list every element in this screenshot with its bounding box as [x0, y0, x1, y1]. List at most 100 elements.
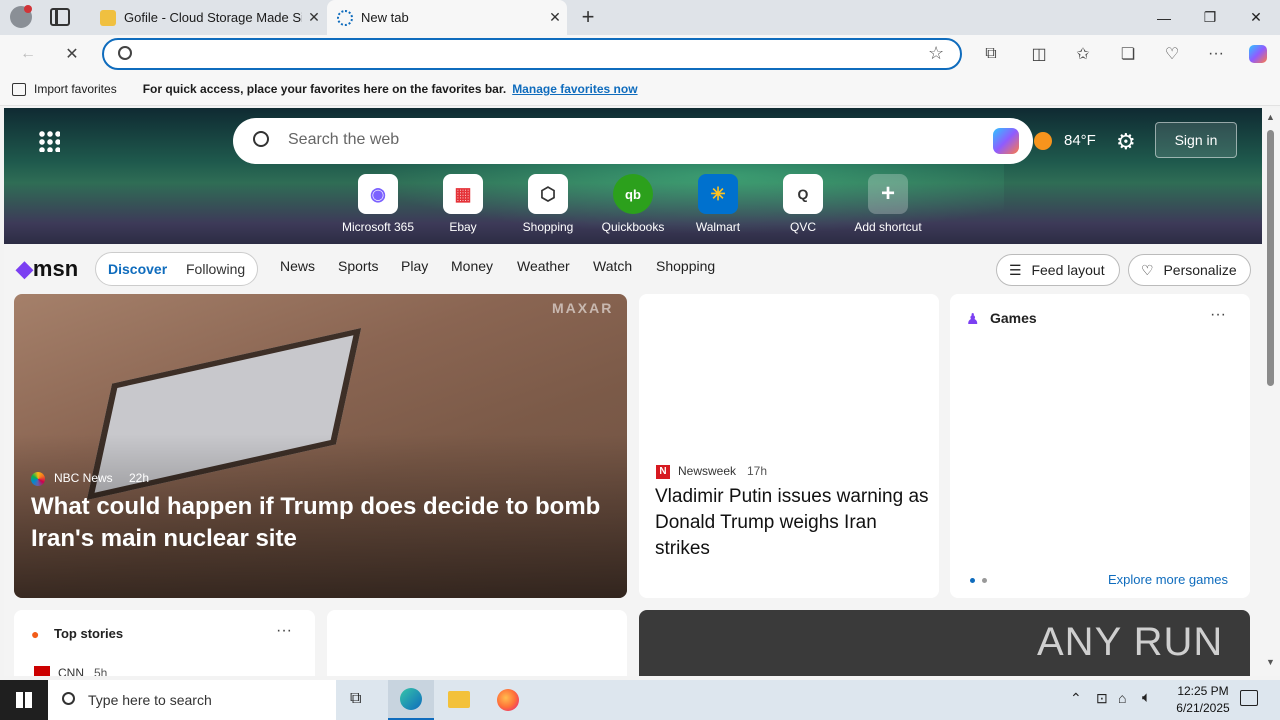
profile-avatar[interactable] [10, 5, 32, 28]
search-icon [118, 46, 132, 60]
show-hidden-icons[interactable]: ⌃ [1070, 690, 1082, 707]
scrollbar-thumb[interactable] [1267, 130, 1274, 386]
nav-watch[interactable]: Watch [593, 258, 632, 274]
tab-title: New tab [361, 10, 409, 25]
side-story-card[interactable]: N Newsweek 17h Vladimir Putin issues war… [639, 294, 939, 598]
firefox-icon[interactable] [497, 689, 519, 711]
extensions-icon[interactable]: ⧉ [977, 41, 1005, 67]
nbc-news-logo-icon [31, 472, 45, 486]
settings-gear-icon[interactable]: ⚙ [1116, 129, 1136, 155]
import-favorites-icon[interactable] [12, 82, 26, 96]
shortcut-add[interactable]: + Add shortcut [843, 174, 933, 234]
tab-gofile[interactable]: Gofile - Cloud Storage Made Simp ✕ [90, 0, 326, 35]
shortcut-ebay[interactable]: ▦ Ebay [418, 174, 508, 234]
nav-money[interactable]: Money [451, 258, 493, 274]
msn-logo[interactable]: ◆msn [16, 256, 78, 282]
carousel-dot[interactable] [982, 578, 987, 583]
clock-time[interactable]: 12:25 PM [1172, 684, 1234, 698]
volume-icon[interactable]: 🔈︎ [1142, 689, 1151, 706]
carousel-dot-active[interactable] [970, 578, 975, 583]
story-headline[interactable]: What could happen if Trump does decide t… [31, 491, 611, 555]
shortcut-label: Microsoft 365 [341, 220, 415, 234]
import-favorites-button[interactable]: Import favorites [34, 82, 117, 96]
manage-favorites-link[interactable]: Manage favorites now [512, 82, 637, 96]
address-input[interactable] [144, 43, 924, 65]
copilot-search-icon[interactable] [993, 128, 1019, 154]
tab-actions-icon[interactable] [50, 8, 70, 26]
microsoft-365-icon: ◉ [358, 174, 398, 214]
explore-games-link[interactable]: Explore more games [1108, 572, 1228, 587]
shortcut-qvc[interactable]: Q QVC [758, 174, 848, 234]
minimize-button[interactable]: — [1141, 0, 1187, 35]
nav-news[interactable]: News [280, 258, 315, 274]
hero-story-card[interactable]: MAXAR NBC News 22h What could happen if … [14, 294, 627, 598]
favorites-icon[interactable]: ✩ [1069, 41, 1097, 67]
split-screen-icon[interactable]: ◫ [1025, 41, 1053, 67]
tab-close-icon[interactable]: ✕ [302, 9, 326, 26]
address-bar[interactable]: ☆ [102, 38, 962, 70]
search-icon [62, 692, 75, 705]
shortcut-shopping[interactable]: ⬡ Shopping [503, 174, 593, 234]
task-view-icon[interactable]: ⧉ [350, 690, 361, 708]
tab-close-icon[interactable]: ✕ [543, 9, 567, 26]
notifications-icon[interactable] [1240, 690, 1258, 706]
new-tab-button[interactable]: + [576, 4, 600, 30]
nav-sports[interactable]: Sports [338, 258, 378, 274]
story-source: Newsweek [678, 464, 737, 478]
story-source: CNN [58, 666, 84, 676]
clock-date[interactable]: 6/21/2025 [1172, 701, 1234, 715]
gofile-favicon-icon [100, 9, 116, 26]
sign-in-label: Sign in [1174, 132, 1218, 148]
browser-titlebar: Gofile - Cloud Storage Made Simp ✕ New t… [0, 0, 1280, 35]
shortcut-walmart[interactable]: ✳ Walmart [673, 174, 763, 234]
file-explorer-icon[interactable] [448, 691, 470, 708]
top-stories-title: Top stories [54, 626, 124, 641]
sign-in-button[interactable]: Sign in [1155, 122, 1237, 158]
more-options-icon[interactable]: ··· [276, 622, 292, 640]
nav-weather[interactable]: Weather [517, 258, 570, 274]
restore-button[interactable]: ❐ [1187, 0, 1233, 35]
close-window-button[interactable]: ✕ [1233, 0, 1279, 35]
wifi-icon[interactable]: ⌂ [1118, 690, 1126, 706]
copilot-icon[interactable] [1244, 41, 1272, 67]
tab-following[interactable]: Following [186, 261, 245, 277]
personalize-button[interactable]: ♡ Personalize [1128, 254, 1251, 286]
scroll-down-icon[interactable]: ▼ [1266, 657, 1275, 667]
weather-temperature[interactable]: 84°F [1064, 132, 1096, 149]
nav-play[interactable]: Play [401, 258, 428, 274]
network-icon[interactable]: ⊡ [1096, 690, 1108, 707]
shortcut-quickbooks[interactable]: qb Quickbooks [588, 174, 678, 234]
sliders-icon: ☰ [1009, 262, 1022, 278]
shortcut-label: Walmart [695, 220, 741, 234]
scroll-up-icon[interactable]: ▲ [1266, 112, 1275, 122]
page-scrollbar[interactable]: ▲ ▼ [1262, 108, 1280, 676]
favorite-star-icon[interactable]: ☆ [928, 43, 944, 64]
apps-grid-icon[interactable] [38, 130, 60, 152]
story-headline[interactable]: Vladimir Putin issues warning as Donald … [655, 484, 930, 562]
nav-shopping[interactable]: Shopping [656, 258, 715, 274]
edge-taskbar-icon[interactable] [388, 680, 434, 720]
tab-discover[interactable]: Discover [108, 261, 167, 277]
shortcut-label: Ebay [449, 220, 477, 234]
web-search-box[interactable]: Search the web [233, 118, 1033, 164]
more-options-icon[interactable]: ··· [1202, 41, 1230, 67]
windows-logo-icon [16, 692, 32, 708]
browser-essentials-icon[interactable]: ♡ [1158, 41, 1186, 67]
shortcut-microsoft-365[interactable]: ◉ Microsoft 365 [333, 174, 423, 234]
start-button[interactable] [0, 680, 48, 720]
collections-icon[interactable]: ❏ [1114, 41, 1142, 67]
feed-layout-button[interactable]: ☰ Feed layout [996, 254, 1120, 286]
personalize-label: Personalize [1163, 262, 1237, 278]
more-options-icon[interactable]: ··· [1210, 306, 1226, 324]
weather-sun-icon [1034, 132, 1052, 150]
top-stories-card: ● Top stories ··· CNN 5h [14, 610, 315, 676]
story-age: 17h [747, 464, 768, 478]
stop-loading-icon[interactable]: ✕ [58, 41, 86, 67]
shortcut-label: Quickbooks [601, 220, 665, 234]
tab-new-tab[interactable]: New tab ✕ [327, 0, 567, 35]
favorites-bar-message: For quick access, place your favorites h… [142, 82, 507, 96]
shortcut-label: Shopping [522, 220, 574, 234]
back-arrow-icon[interactable]: ← [14, 41, 42, 67]
taskbar-search-box[interactable]: Type here to search [48, 680, 336, 720]
newsweek-logo-icon: N [656, 465, 670, 479]
